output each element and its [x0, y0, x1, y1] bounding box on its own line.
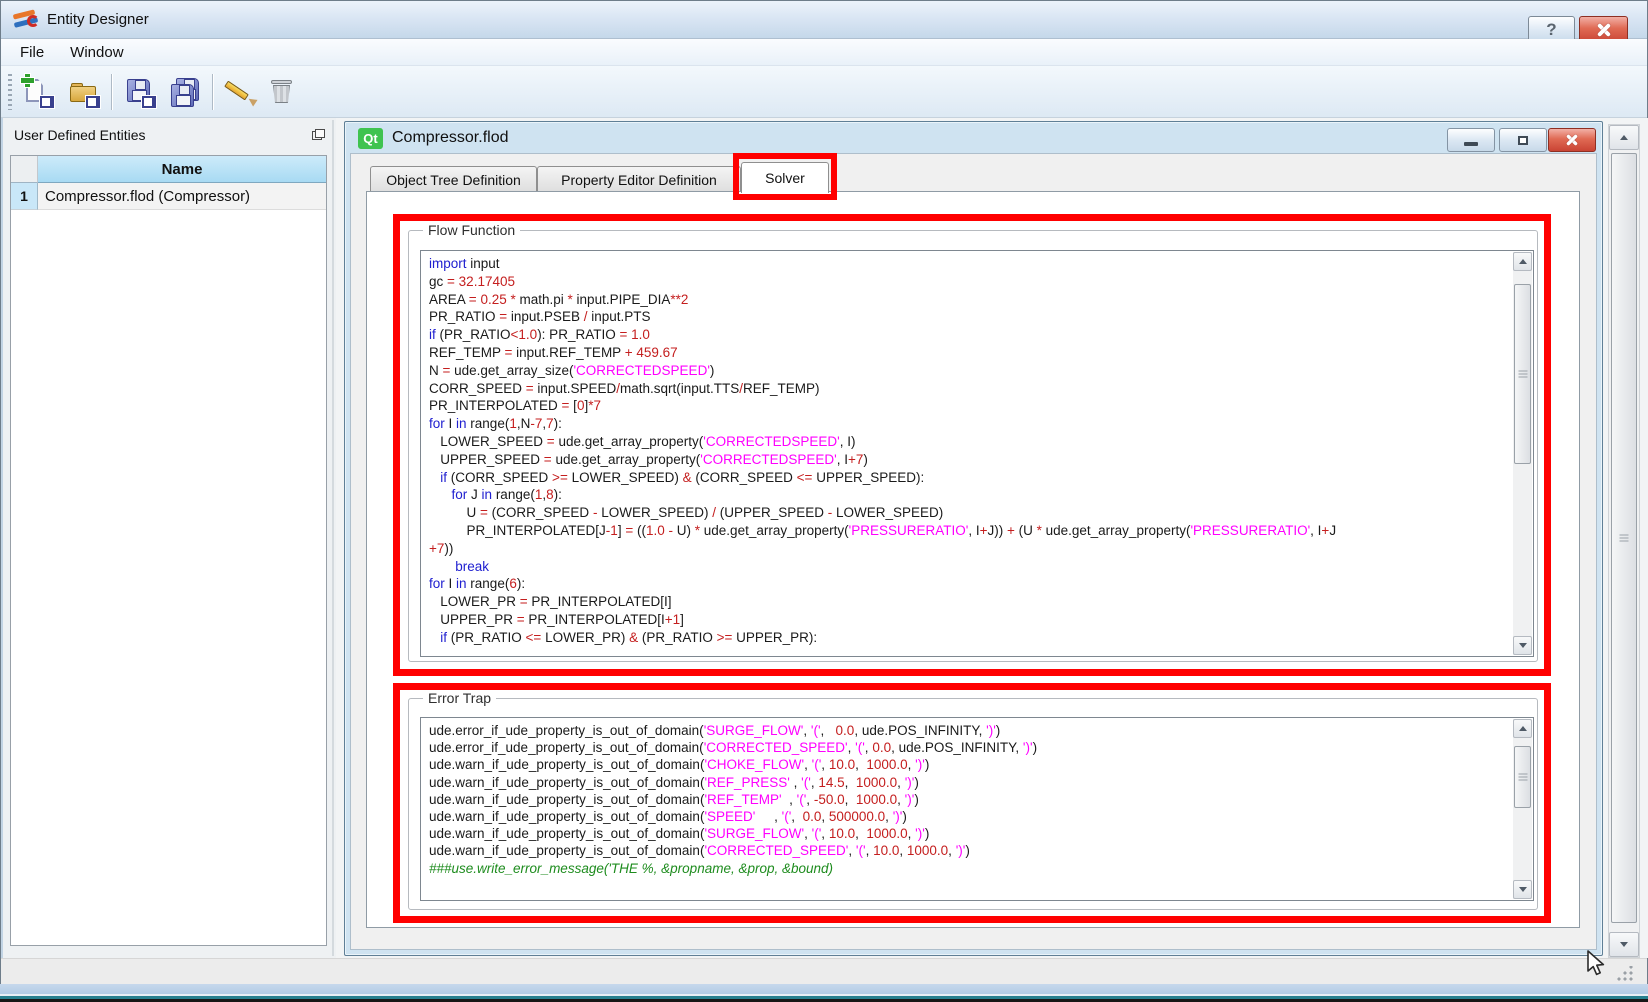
scroll-down-button[interactable] — [1609, 932, 1639, 957]
arrow-down-icon — [1519, 643, 1527, 648]
flow-function-editor[interactable]: import inputgc = 32.17405AREA = 0.25 * m… — [420, 250, 1534, 657]
flow-editor-scrollbar[interactable] — [1513, 252, 1532, 655]
open-entity-button[interactable] — [65, 73, 103, 111]
arrow-up-icon — [1519, 259, 1527, 264]
pencil-icon — [223, 77, 253, 107]
delete-entity-button[interactable] — [263, 73, 301, 111]
save-all-icon — [171, 77, 201, 107]
arrow-up-icon — [1620, 135, 1628, 140]
status-bar — [1, 958, 1647, 984]
thumb-grip-icon — [1620, 535, 1629, 542]
window-title: Entity Designer — [47, 11, 149, 28]
tab-property-editor-definition[interactable]: Property Editor Definition — [537, 166, 741, 192]
mdi-scrollbar[interactable] — [1608, 124, 1640, 958]
minimize-icon — [1464, 142, 1478, 146]
title-bar: Entity Designer ? — [1, 1, 1647, 39]
resize-grip[interactable] — [1612, 966, 1634, 982]
arrow-down-icon — [1620, 942, 1628, 947]
save-all-button[interactable] — [167, 73, 205, 111]
column-header-name[interactable]: Name — [38, 156, 326, 183]
entity-designer-window: Entity Designer ? File Window User De — [0, 0, 1648, 1002]
error-editor-scrollbar[interactable] — [1513, 719, 1532, 899]
arrow-down-icon — [1519, 887, 1527, 892]
dock-panel-title: User Defined Entities — [14, 127, 146, 143]
app-logo-icon — [13, 9, 39, 32]
scroll-down-button[interactable] — [1513, 636, 1532, 655]
tab-object-tree-definition[interactable]: Object Tree Definition — [370, 166, 537, 192]
scroll-thumb[interactable] — [1514, 284, 1531, 464]
error-trap-code[interactable]: ude.error_if_ude_property_is_out_of_doma… — [429, 722, 1509, 898]
tab-solver[interactable]: Solver — [741, 162, 829, 193]
toolbar-separator — [111, 74, 112, 110]
thumb-grip-icon — [1518, 774, 1527, 781]
flow-function-label: Flow Function — [423, 222, 520, 238]
close-icon — [1597, 23, 1611, 37]
entities-table-header: Name — [11, 156, 326, 183]
save-icon — [125, 77, 155, 107]
edit-entity-button[interactable] — [219, 73, 257, 111]
mouse-cursor — [1586, 950, 1610, 978]
scroll-thumb[interactable] — [1611, 153, 1637, 923]
trash-icon — [267, 77, 297, 107]
table-row[interactable]: 1 Compressor.flod (Compressor) — [11, 183, 326, 210]
toolbar — [1, 66, 1647, 118]
entity-name-cell[interactable]: Compressor.flod (Compressor) — [38, 183, 326, 210]
row-number-stub — [11, 156, 38, 183]
menu-file[interactable]: File — [7, 41, 57, 64]
error-trap-label: Error Trap — [423, 690, 496, 706]
restore-icon — [1518, 136, 1528, 145]
scroll-up-button[interactable] — [1513, 252, 1532, 271]
qt-icon: Qt — [358, 128, 383, 149]
open-folder-icon — [69, 77, 99, 107]
menu-window[interactable]: Window — [57, 41, 136, 64]
entities-table: Name 1 Compressor.flod (Compressor) — [10, 155, 327, 946]
arrow-up-icon — [1519, 726, 1527, 731]
scroll-up-button[interactable] — [1609, 125, 1639, 150]
help-icon: ? — [1546, 20, 1556, 40]
row-number: 1 — [11, 183, 38, 210]
close-icon — [1566, 134, 1578, 146]
child-restore-button[interactable] — [1499, 128, 1547, 152]
scroll-down-button[interactable] — [1513, 880, 1532, 899]
menu-bar: File Window — [1, 39, 1647, 66]
dock-splitter[interactable] — [332, 120, 334, 956]
child-minimize-button[interactable] — [1447, 128, 1495, 152]
flow-function-code[interactable]: import inputgc = 32.17405AREA = 0.25 * m… — [429, 255, 1509, 654]
toolbar-separator — [212, 74, 213, 110]
save-entity-button[interactable] — [121, 73, 159, 111]
thumb-grip-icon — [1518, 371, 1527, 378]
new-entity-button[interactable] — [19, 73, 57, 111]
scroll-thumb[interactable] — [1514, 746, 1531, 808]
child-close-button[interactable] — [1548, 128, 1596, 152]
scroll-up-button[interactable] — [1513, 719, 1532, 738]
dock-float-icon[interactable] — [312, 129, 325, 140]
taskbar-edge — [0, 984, 1648, 994]
toolbar-drag-handle[interactable] — [8, 74, 12, 110]
child-window-title: Compressor.flod — [392, 129, 509, 147]
error-trap-editor[interactable]: ude.error_if_ude_property_is_out_of_doma… — [420, 717, 1534, 901]
child-title-bar[interactable]: Qt Compressor.flod — [350, 126, 1597, 154]
new-entity-icon — [23, 77, 53, 107]
